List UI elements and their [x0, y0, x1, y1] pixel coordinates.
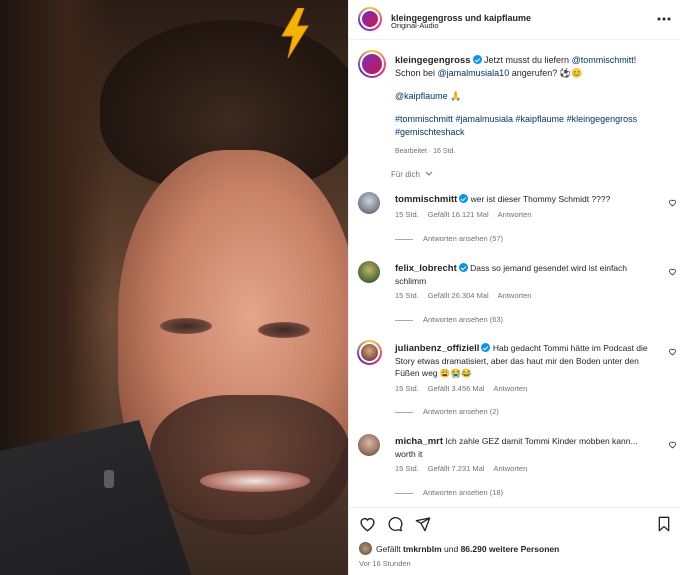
caption-avatar[interactable]	[358, 50, 386, 78]
view-replies-label: Antworten ansehen (18)	[423, 488, 504, 497]
video-person-mouth	[200, 470, 310, 492]
comment-likes[interactable]: Gefällt 16.121 Mal	[428, 210, 489, 219]
likes-count[interactable]: 86.290 weitere Personen	[461, 544, 560, 554]
heart-icon[interactable]	[359, 516, 376, 532]
chevron-down-icon	[425, 171, 433, 176]
view-replies-label: Antworten ansehen (57)	[423, 234, 504, 243]
comment-likes[interactable]: Gefällt 7.231 Mal	[428, 464, 485, 473]
comment-time: 15 Std.	[395, 384, 419, 393]
caption-text-part: angerufen? ⚽️😊	[509, 68, 583, 78]
comment-icon[interactable]	[387, 516, 403, 532]
mention-link[interactable]: @jamalmusiala10	[438, 68, 510, 78]
video-eye-right	[258, 322, 310, 338]
caption-edited: Bearbeitet · 16 Std.	[395, 148, 456, 155]
comment-avatar[interactable]	[358, 261, 380, 283]
comment-time: 15 Std.	[395, 464, 419, 473]
view-replies-button[interactable]: Antworten ansehen (2)	[395, 407, 499, 416]
comment-likes[interactable]: Gefällt 3.456 Mal	[428, 384, 485, 393]
header-avatar[interactable]	[358, 7, 382, 31]
comment-text: julianbenz_offiziell Hab gedacht Tommi h…	[395, 342, 650, 379]
video-microphone	[104, 470, 114, 488]
verified-badge-icon	[459, 194, 469, 203]
more-options-icon[interactable]	[657, 17, 671, 21]
caption-author[interactable]: kleingegengross	[395, 55, 471, 66]
video-eye-left	[160, 318, 212, 334]
view-replies-button[interactable]: Antworten ansehen (63)	[395, 315, 503, 324]
post-side-panel: kleingegengross und kaipflaume Original-…	[348, 0, 680, 575]
heart-icon[interactable]	[668, 267, 677, 276]
for-you-label: Für dich	[391, 170, 420, 179]
liker-avatar[interactable]	[359, 542, 372, 555]
reply-button[interactable]: Antworten	[493, 384, 527, 393]
comment-username[interactable]: tommischmitt	[395, 194, 457, 205]
caption-text-part: !	[633, 55, 637, 65]
caption-text-part: Schon bei	[395, 68, 438, 78]
likes-summary: Gefällt tmkrnblm und 86.290 weitere Pers…	[376, 544, 559, 554]
heart-icon[interactable]	[668, 198, 677, 207]
video-person-beard	[150, 395, 348, 535]
comment-text: micha_mrt Ich zahle GEZ damit Tommi Kind…	[395, 435, 650, 460]
reply-button[interactable]: Antworten	[498, 210, 532, 219]
lightning-icon	[281, 8, 309, 58]
comment-avatar[interactable]	[358, 192, 380, 214]
comment-time: 15 Std.	[395, 210, 419, 219]
comment-text: felix_lobrecht Dass so jemand gesendet w…	[395, 262, 650, 287]
view-replies-button[interactable]: Antworten ansehen (57)	[395, 234, 503, 243]
view-replies-label: Antworten ansehen (63)	[423, 315, 504, 324]
hashtags[interactable]: #gemischteshack	[395, 126, 667, 139]
bookmark-icon[interactable]	[657, 516, 671, 532]
mention-link[interactable]: @kaipflaume 🙏	[395, 91, 461, 101]
reply-button[interactable]: Antworten	[498, 291, 532, 300]
caption-text-part: Jetzt musst du liefern	[484, 55, 572, 65]
comment-meta: 15 Std. Gefällt 26.304 Mal Antworten	[395, 291, 540, 300]
comment-username[interactable]: julianbenz_offiziell	[395, 343, 479, 354]
post-time: Vor 16 Stunden	[359, 559, 411, 568]
comment-time: 15 Std.	[395, 291, 419, 300]
post-video[interactable]	[0, 0, 348, 575]
original-audio-link[interactable]: Original-Audio	[391, 21, 439, 30]
hashtags[interactable]: #tommischmitt #jamalmusiala #kaipflaume …	[395, 113, 667, 126]
comment-meta: 15 Std. Gefällt 7.231 Mal Antworten	[395, 464, 536, 473]
mention-link[interactable]: @tommischmitt	[572, 55, 634, 65]
verified-badge-icon	[481, 343, 491, 352]
comment-avatar[interactable]	[357, 340, 382, 365]
view-replies-label: Antworten ansehen (2)	[423, 407, 499, 416]
comment-text: tommischmitt wer ist dieser Thommy Schmi…	[395, 193, 650, 206]
likes-text: Gefällt	[376, 544, 403, 554]
comment-body: wer ist dieser Thommy Schmidt ????	[470, 194, 611, 204]
post-actions-footer: Gefällt tmkrnblm und 86.290 weitere Pers…	[349, 507, 680, 575]
comment-avatar[interactable]	[358, 434, 380, 456]
share-icon[interactable]	[415, 516, 431, 532]
caption-text: kleingegengross Jetzt musst du liefern @…	[395, 54, 667, 158]
comment-username[interactable]: felix_lobrecht	[395, 263, 457, 274]
heart-icon[interactable]	[668, 347, 677, 356]
verified-badge-icon	[458, 263, 468, 272]
comment-likes[interactable]: Gefällt 26.304 Mal	[428, 291, 489, 300]
likes-text: und	[441, 544, 461, 554]
view-replies-button[interactable]: Antworten ansehen (18)	[395, 488, 503, 497]
comment-meta: 15 Std. Gefällt 3.456 Mal Antworten	[395, 384, 536, 393]
verified-badge-icon	[472, 55, 482, 64]
heart-icon[interactable]	[668, 440, 677, 449]
post-header: kleingegengross und kaipflaume Original-…	[349, 0, 680, 40]
comment-username[interactable]: micha_mrt	[395, 436, 443, 447]
liker-username[interactable]: tmkrnblm	[403, 544, 442, 554]
reply-button[interactable]: Antworten	[493, 464, 527, 473]
comment-meta: 15 Std. Gefällt 16.121 Mal Antworten	[395, 210, 540, 219]
for-you-filter[interactable]: Für dich	[391, 170, 433, 179]
